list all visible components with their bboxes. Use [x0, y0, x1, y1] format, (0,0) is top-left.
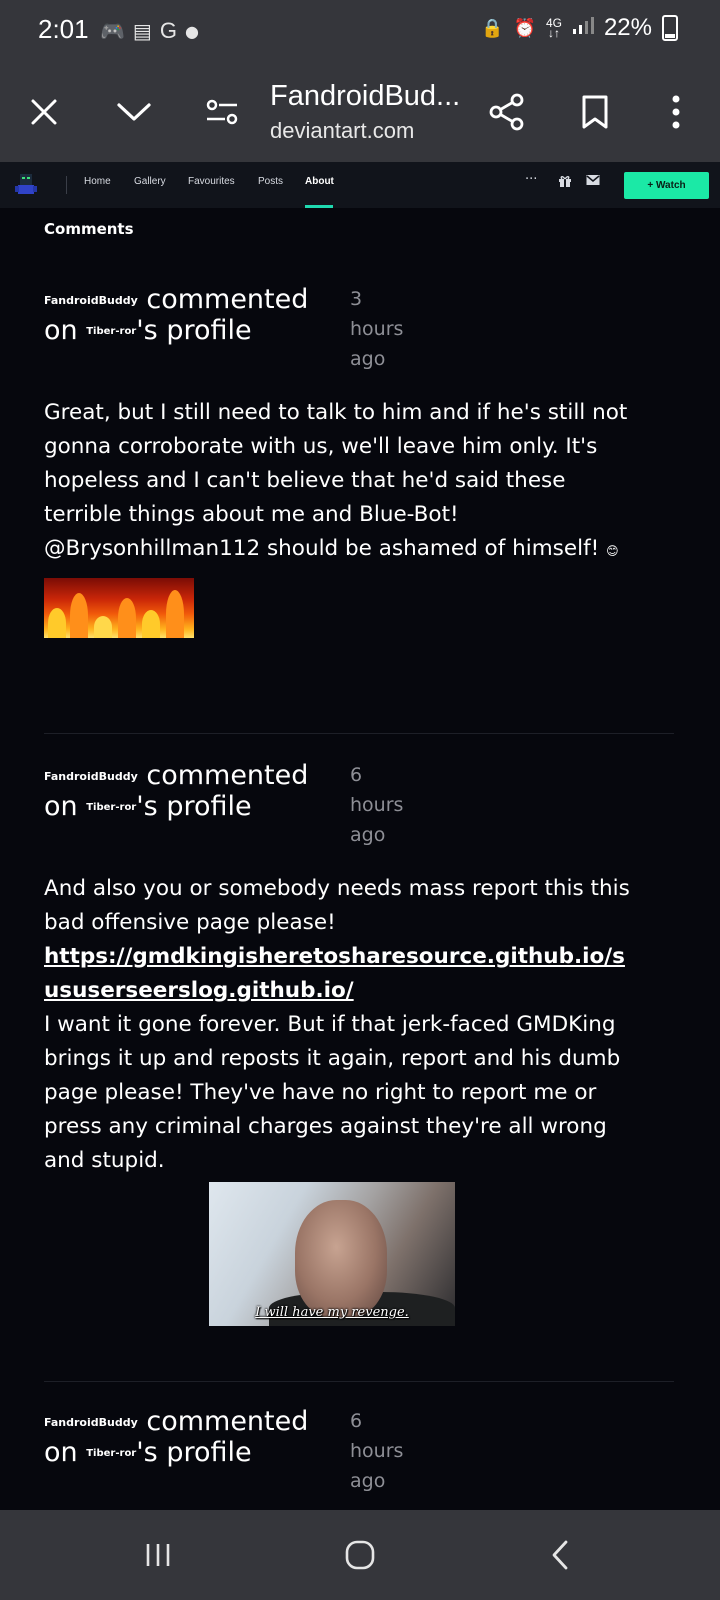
nav-posts[interactable]: Posts	[258, 176, 283, 187]
comment-target-suffix: 's profile	[136, 791, 252, 822]
home-icon	[345, 1540, 375, 1570]
comment-action: commented	[146, 1406, 309, 1437]
comment-body: Great, but I still need to talk to him a…	[44, 396, 634, 568]
comment-text: Great, but I still need to talk to him a…	[44, 400, 628, 561]
comment-text: I want it gone forever. But if that jerk…	[44, 1012, 621, 1173]
share-icon	[489, 93, 524, 131]
alarm-icon: ⏰	[513, 17, 536, 38]
comment-item: FandroidBuddy commented on Tiber-ror's p…	[44, 284, 674, 638]
game-controller-icon: 🎮	[100, 19, 125, 43]
comment-author[interactable]: FandroidBuddy	[44, 770, 138, 783]
blush-emoji-icon: 😊	[606, 544, 619, 558]
page-domain: deviantart.com	[270, 118, 415, 143]
minimize-button[interactable]	[112, 90, 156, 134]
watch-button[interactable]: + Watch	[624, 172, 709, 199]
message-icon[interactable]	[586, 174, 600, 190]
home-button[interactable]	[330, 1532, 390, 1578]
back-icon	[552, 1540, 568, 1570]
status-right: 🔒 ⏰ 4G ↓↑ 22%	[481, 14, 678, 42]
comment-text: And also you or somebody needs mass repo…	[44, 876, 630, 935]
close-icon	[31, 99, 57, 125]
comment-timestamp[interactable]: 6 hours ago	[350, 1406, 420, 1496]
status-time: 2:01	[38, 14, 89, 44]
comment-item: FandroidBuddy commented on Tiber-ror's p…	[44, 760, 674, 1326]
comment-target-suffix: 's profile	[136, 1437, 252, 1468]
avatar[interactable]	[12, 170, 40, 198]
recent-apps-button[interactable]	[128, 1532, 188, 1578]
status-bar: 2:01 🎮 ▤ G ● 🔒 ⏰ 4G ↓↑ 22%	[0, 0, 720, 60]
comment-target[interactable]: Tiber-ror	[86, 1448, 136, 1459]
notification-icons: 🎮 ▤ G ●	[100, 18, 199, 44]
dot-icon: ●	[184, 21, 199, 41]
network-type: 4G ↓↑	[545, 16, 562, 40]
system-nav-bar	[0, 1510, 720, 1600]
comment-divider	[44, 1381, 674, 1382]
image-caption: I will have my revenge.	[255, 1305, 409, 1320]
signal-icon	[572, 14, 594, 42]
bookmark-button[interactable]	[573, 90, 617, 134]
comment-timestamp[interactable]: 3 hours ago	[350, 284, 420, 374]
close-button[interactable]	[22, 90, 66, 134]
battery-percent: 22%	[603, 14, 652, 41]
nav-gallery[interactable]: Gallery	[134, 176, 166, 187]
comment-action: commented	[146, 760, 309, 791]
comment-author[interactable]: FandroidBuddy	[44, 1416, 138, 1429]
comment-target-suffix: 's profile	[136, 315, 252, 346]
comment-target[interactable]: Tiber-ror	[86, 326, 136, 337]
gift-icon[interactable]	[558, 174, 572, 192]
nav-home[interactable]: Home	[84, 176, 111, 187]
image-figure-face	[295, 1200, 387, 1318]
comment-action: commented	[146, 284, 309, 315]
more-menu-button[interactable]: ···	[525, 172, 537, 187]
share-button[interactable]	[485, 90, 529, 134]
back-button[interactable]	[530, 1532, 590, 1578]
comment-body: And also you or somebody needs mass repo…	[44, 872, 634, 1178]
nav-divider	[66, 176, 67, 194]
more-vertical-icon	[672, 95, 680, 129]
tune-icon	[206, 99, 238, 125]
page-title: FandroidBud...	[270, 80, 461, 112]
site-nav: Home Gallery Favourites Posts About ··· …	[0, 162, 720, 208]
nav-favourites[interactable]: Favourites	[188, 176, 235, 187]
comment-on: on	[44, 315, 78, 346]
bookmark-icon	[582, 95, 608, 129]
comment-divider	[44, 733, 674, 734]
fire-image[interactable]	[44, 578, 194, 638]
calendar-icon: ▤	[132, 19, 152, 43]
google-icon: G	[159, 18, 177, 43]
revenge-image[interactable]: I will have my revenge.	[209, 1182, 455, 1326]
battery-icon	[662, 15, 678, 41]
comment-item: FandroidBuddy commented on Tiber-ror's p…	[44, 1406, 674, 1506]
comment-author[interactable]: FandroidBuddy	[44, 294, 138, 307]
section-title: Comments	[44, 220, 134, 238]
active-tab-indicator	[305, 205, 333, 208]
nav-about[interactable]: About	[305, 176, 334, 187]
comment-timestamp[interactable]: 6 hours ago	[350, 760, 420, 850]
more-options-button[interactable]	[654, 90, 698, 134]
comment-on: on	[44, 1437, 78, 1468]
comment-on: on	[44, 791, 78, 822]
comment-link[interactable]: https://gmdkingisheretosharesource.githu…	[44, 944, 625, 1003]
browser-toolbar: FandroidBud... deviantart.com	[0, 60, 720, 162]
comment-target[interactable]: Tiber-ror	[86, 802, 136, 813]
chevron-down-icon	[117, 103, 151, 121]
site-settings-button[interactable]	[200, 90, 244, 134]
recent-apps-icon	[146, 1544, 170, 1566]
lock-icon: 🔒	[481, 17, 504, 38]
